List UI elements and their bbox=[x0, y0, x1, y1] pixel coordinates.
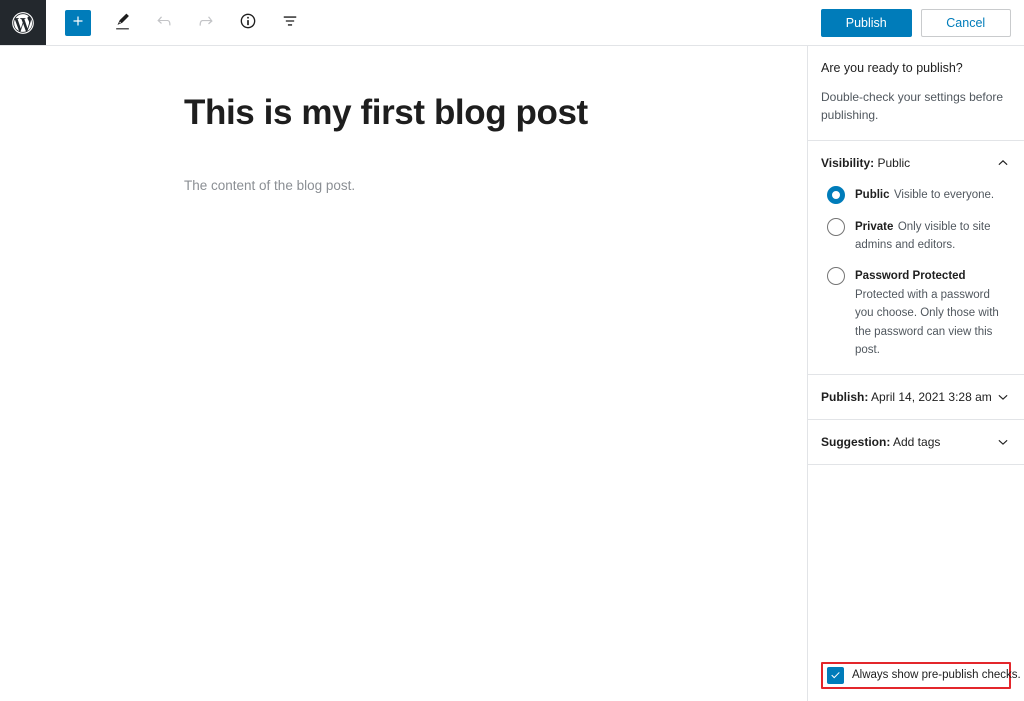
publish-button[interactable]: Publish bbox=[821, 8, 912, 37]
redo-arrow-icon bbox=[196, 11, 216, 34]
chevron-down-icon bbox=[993, 387, 1013, 407]
wordpress-logo-button[interactable] bbox=[0, 0, 46, 45]
suggestion-toggle-row[interactable]: Suggestion: Add tags bbox=[808, 420, 1024, 464]
visibility-option-private[interactable]: Private Only visible to site admins and … bbox=[821, 217, 1011, 254]
visibility-option-public-desc: Visible to everyone. bbox=[893, 188, 995, 201]
add-block-button[interactable] bbox=[65, 9, 91, 36]
editor-body: This is my first blog post The content o… bbox=[0, 46, 1024, 701]
chevron-down-icon bbox=[993, 432, 1013, 452]
visibility-option-public[interactable]: Public Visible to everyone. bbox=[821, 185, 1011, 204]
suggestion-value: Add tags bbox=[893, 435, 941, 450]
edit-tool-button[interactable] bbox=[104, 5, 140, 41]
radio-private[interactable] bbox=[827, 217, 845, 236]
pre-publish-intro: Are you ready to publish? Double-check y… bbox=[808, 46, 1024, 141]
visibility-options: Public Visible to everyone. Private Only… bbox=[808, 185, 1024, 375]
redo-button[interactable] bbox=[188, 5, 224, 41]
always-show-checks-label: Always show pre-publish checks. bbox=[852, 669, 1021, 682]
editor-header: Publish Cancel bbox=[0, 0, 1024, 46]
checkmark-icon bbox=[829, 669, 842, 682]
visibility-section: Visibility: Public Public Visible to eve… bbox=[808, 141, 1024, 376]
pre-publish-heading: Are you ready to publish? bbox=[821, 61, 963, 75]
info-circle-icon bbox=[238, 11, 258, 34]
radio-public[interactable] bbox=[827, 185, 845, 204]
list-view-button[interactable] bbox=[272, 5, 308, 41]
post-title[interactable]: This is my first blog post bbox=[0, 46, 807, 135]
visibility-value: Public bbox=[877, 155, 911, 170]
publish-date-section: Publish: April 14, 2021 3:28 am bbox=[808, 375, 1024, 421]
visibility-option-password-desc: Protected with a password you choose. On… bbox=[855, 288, 999, 356]
pre-publish-footer: Always show pre-publish checks. bbox=[808, 662, 1024, 701]
publish-date-row-label: Publish: April 14, 2021 3:28 am bbox=[821, 390, 992, 404]
visibility-label: Visibility: bbox=[821, 155, 875, 170]
publish-actions: Publish Cancel bbox=[808, 0, 1024, 45]
visibility-toggle-row[interactable]: Visibility: Public bbox=[808, 141, 1024, 185]
suggestion-label: Suggestion: bbox=[821, 435, 891, 450]
always-show-checks-checkbox[interactable] bbox=[827, 667, 844, 684]
visibility-option-public-title: Public bbox=[855, 188, 890, 201]
visibility-option-password-protected[interactable]: Password Protected Protected with a pass… bbox=[821, 266, 1011, 358]
publish-date-value: April 14, 2021 3:28 am bbox=[871, 390, 992, 405]
always-show-checks-highlight[interactable]: Always show pre-publish checks. bbox=[821, 662, 1021, 689]
editor-toolbar bbox=[46, 0, 311, 45]
suggestion-row-label: Suggestion: Add tags bbox=[821, 435, 940, 449]
visibility-option-private-title: Private bbox=[855, 220, 894, 233]
pencil-icon bbox=[113, 12, 132, 34]
gutenberg-editor: Publish Cancel This is my first blog pos… bbox=[0, 0, 1024, 701]
radio-password-protected[interactable] bbox=[827, 267, 845, 286]
chevron-up-icon bbox=[993, 153, 1013, 173]
visibility-row-label: Visibility: Public bbox=[821, 156, 910, 170]
undo-arrow-icon bbox=[154, 11, 174, 34]
wordpress-logo bbox=[10, 10, 36, 36]
pre-publish-subtext: Double-check your settings before publis… bbox=[821, 89, 1004, 122]
cancel-button[interactable]: Cancel bbox=[920, 8, 1011, 37]
publish-date-label: Publish: bbox=[821, 390, 869, 405]
plus-icon bbox=[69, 12, 87, 33]
suggestion-section: Suggestion: Add tags bbox=[808, 420, 1024, 466]
visibility-option-password-title: Password Protected bbox=[855, 270, 966, 283]
pre-publish-panel: Are you ready to publish? Double-check y… bbox=[807, 46, 1024, 701]
details-button[interactable] bbox=[230, 5, 266, 41]
undo-button[interactable] bbox=[146, 5, 182, 41]
publish-date-toggle-row[interactable]: Publish: April 14, 2021 3:28 am bbox=[808, 375, 1024, 419]
editor-canvas[interactable]: This is my first blog post The content o… bbox=[0, 46, 807, 701]
post-content-paragraph[interactable]: The content of the blog post. bbox=[0, 135, 807, 197]
list-view-icon bbox=[280, 11, 300, 34]
